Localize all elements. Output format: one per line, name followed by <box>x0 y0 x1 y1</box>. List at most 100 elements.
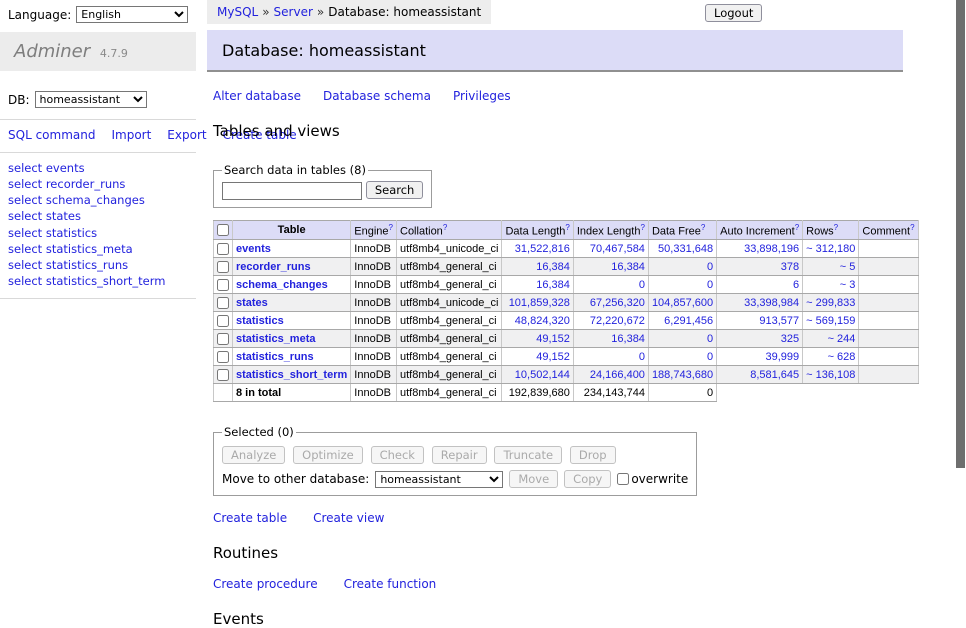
cell-value-link[interactable]: 72,220,672 <box>590 315 645 327</box>
cell-value-link[interactable]: 33,898,196 <box>744 243 799 255</box>
cell-value-link[interactable]: 0 <box>707 333 713 345</box>
breadcrumb-server-link[interactable]: Server <box>274 5 313 19</box>
column-help-link[interactable]: ? <box>389 223 393 232</box>
sidebar-item-select-schema-changes[interactable]: select schema_changes <box>8 192 196 208</box>
cell-value-link[interactable]: 31,522,816 <box>515 243 570 255</box>
create-function-link[interactable]: Create function <box>344 577 437 591</box>
row-checkbox[interactable] <box>217 351 229 363</box>
cell-value-link[interactable]: 378 <box>781 261 799 273</box>
check-button[interactable]: Check <box>371 446 424 464</box>
cell-value-link[interactable]: 101,859,328 <box>509 297 570 309</box>
cell-value-link[interactable]: 39,999 <box>766 351 800 363</box>
cell-value-link[interactable]: ~ 312,180 <box>806 243 855 255</box>
sidebar-item-select-states[interactable]: select states <box>8 208 196 224</box>
cell-value-link[interactable]: 16,384 <box>536 279 570 291</box>
cell-value-link[interactable]: 6,291,456 <box>664 315 713 327</box>
cell-value-link[interactable]: 24,166,400 <box>590 369 645 381</box>
sidebar-item-select-statistics[interactable]: select statistics <box>8 225 196 241</box>
table-name-link[interactable]: statistics_runs <box>236 351 314 363</box>
privileges-link[interactable]: Privileges <box>453 89 511 103</box>
create-view-link[interactable]: Create view <box>313 511 384 525</box>
cell-value-link[interactable]: 49,152 <box>536 333 570 345</box>
cell-value-link[interactable]: 16,384 <box>536 261 570 273</box>
move-button[interactable]: Move <box>509 470 558 488</box>
column-help-link[interactable]: ? <box>640 223 644 232</box>
cell-value-link[interactable]: ~ 5 <box>840 261 856 273</box>
cell-value-link[interactable]: 10,502,144 <box>515 369 570 381</box>
sql-command-link[interactable]: SQL command <box>8 128 95 142</box>
cell-value-link[interactable]: 67,256,320 <box>590 297 645 309</box>
cell-value-link[interactable]: 325 <box>781 333 799 345</box>
language-select[interactable]: English <box>76 6 188 23</box>
sidebar-item-select-statistics-short-term[interactable]: select statistics_short_term <box>8 273 196 289</box>
column-help-link[interactable]: ? <box>795 223 799 232</box>
row-checkbox[interactable] <box>217 279 229 291</box>
sidebar-item-select-statistics-meta[interactable]: select statistics_meta <box>8 241 196 257</box>
sidebar-item-select-recorder-runs[interactable]: select recorder_runs <box>8 176 196 192</box>
sidebar-item-select-events[interactable]: select events <box>8 160 196 176</box>
row-checkbox[interactable] <box>217 333 229 345</box>
row-checkbox[interactable] <box>217 369 229 381</box>
table-name-link[interactable]: states <box>236 297 268 309</box>
alter-database-link[interactable]: Alter database <box>213 89 301 103</box>
column-help-link[interactable]: ? <box>910 223 914 232</box>
cell-value-link[interactable]: 33,398,984 <box>744 297 799 309</box>
truncate-button[interactable]: Truncate <box>494 446 562 464</box>
analyze-button[interactable]: Analyze <box>222 446 285 464</box>
cell-value-link[interactable]: 16,384 <box>611 333 645 345</box>
db-select[interactable]: homeassistant <box>35 91 147 108</box>
cell-value-link[interactable]: 188,743,680 <box>652 369 713 381</box>
cell-value-link[interactable]: 70,467,584 <box>590 243 645 255</box>
cell-value-link[interactable]: 0 <box>707 351 713 363</box>
search-button[interactable]: Search <box>366 181 424 199</box>
sidebar-item-select-statistics-runs[interactable]: select statistics_runs <box>8 257 196 273</box>
database-schema-link[interactable]: Database schema <box>323 89 431 103</box>
import-link[interactable]: Import <box>111 128 151 142</box>
cell-value-link[interactable]: 0 <box>707 279 713 291</box>
cell-value-link[interactable]: ~ 3 <box>840 279 856 291</box>
cell-value-link[interactable]: 50,331,648 <box>658 243 713 255</box>
repair-button[interactable]: Repair <box>432 446 487 464</box>
scrollbar-thumb[interactable] <box>956 0 965 468</box>
cell-value-link[interactable]: 16,384 <box>611 261 645 273</box>
create-procedure-link[interactable]: Create procedure <box>213 577 318 591</box>
copy-button[interactable]: Copy <box>564 470 611 488</box>
row-checkbox[interactable] <box>217 297 229 309</box>
overwrite-checkbox[interactable] <box>617 473 629 485</box>
table-name-link[interactable]: statistics_meta <box>236 333 316 345</box>
vertical-scrollbar[interactable] <box>956 0 965 543</box>
table-name-link[interactable]: statistics <box>236 315 284 327</box>
cell-value-link[interactable]: ~ 569,159 <box>806 315 855 327</box>
table-name-link[interactable]: recorder_runs <box>236 261 311 273</box>
cell-value-link[interactable]: ~ 299,833 <box>806 297 855 309</box>
row-checkbox[interactable] <box>217 261 229 273</box>
row-checkbox[interactable] <box>217 243 229 255</box>
column-help-link[interactable]: ? <box>443 223 447 232</box>
column-help-link[interactable]: ? <box>565 223 569 232</box>
logout-button[interactable]: Logout <box>705 4 762 22</box>
search-input[interactable] <box>222 182 362 200</box>
row-checkbox[interactable] <box>217 315 229 327</box>
cell-value-link[interactable]: 48,824,320 <box>515 315 570 327</box>
cell-value-link[interactable]: 0 <box>707 261 713 273</box>
cell-value-link[interactable]: 49,152 <box>536 351 570 363</box>
export-link[interactable]: Export <box>167 128 206 142</box>
cell-value-link[interactable]: ~ 244 <box>828 333 856 345</box>
cell-value-link[interactable]: 104,857,600 <box>652 297 713 309</box>
optimize-button[interactable]: Optimize <box>293 446 363 464</box>
cell-value-link[interactable]: 0 <box>639 279 645 291</box>
cell-value-link[interactable]: ~ 628 <box>828 351 856 363</box>
cell-value-link[interactable]: ~ 136,108 <box>806 369 855 381</box>
cell-value-link[interactable]: 913,577 <box>759 315 799 327</box>
cell-value-link[interactable]: 6 <box>793 279 799 291</box>
column-help-link[interactable]: ? <box>834 223 838 232</box>
table-name-link[interactable]: events <box>236 243 271 255</box>
move-database-select[interactable]: homeassistant <box>375 471 503 488</box>
create-table-link-main[interactable]: Create table <box>213 511 287 525</box>
column-help-link[interactable]: ? <box>701 223 705 232</box>
select-all-checkbox[interactable] <box>217 224 229 236</box>
table-name-link[interactable]: schema_changes <box>236 279 328 291</box>
cell-value-link[interactable]: 0 <box>639 351 645 363</box>
cell-value-link[interactable]: 8,581,645 <box>750 369 799 381</box>
drop-button[interactable]: Drop <box>570 446 616 464</box>
